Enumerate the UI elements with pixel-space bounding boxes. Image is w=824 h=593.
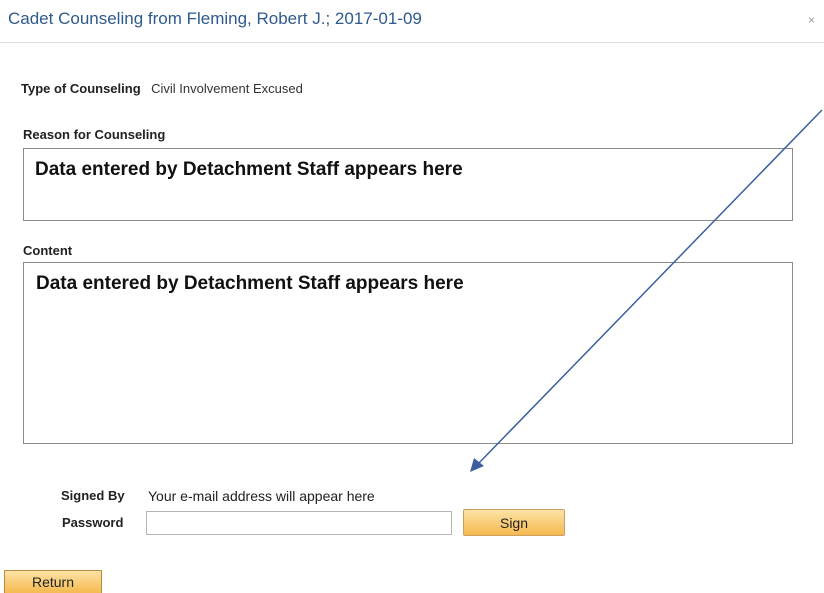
signed-by-value: Your e-mail address will appear here <box>148 488 375 504</box>
content-field: Data entered by Detachment Staff appears… <box>23 262 793 444</box>
type-of-counseling-label: Type of Counseling <box>21 81 141 96</box>
title-divider <box>0 42 824 43</box>
password-label: Password <box>62 515 124 530</box>
sign-button[interactable]: Sign <box>463 509 565 536</box>
type-of-counseling-value: Civil Involvement Excused <box>151 81 303 96</box>
reason-for-counseling-label: Reason for Counseling <box>23 127 166 142</box>
close-icon[interactable]: × <box>808 12 824 28</box>
return-button[interactable]: Return <box>4 570 102 593</box>
password-input[interactable] <box>146 511 452 535</box>
reason-for-counseling-field: Data entered by Detachment Staff appears… <box>23 148 793 221</box>
dialog-title: Cadet Counseling from Fleming, Robert J.… <box>8 9 422 28</box>
signed-by-label: Signed By <box>61 488 125 503</box>
content-label: Content <box>23 243 73 258</box>
type-of-counseling-row: Type of Counseling Civil Involvement Exc… <box>21 80 303 98</box>
counseling-dialog: Cadet Counseling from Fleming, Robert J.… <box>0 0 824 593</box>
